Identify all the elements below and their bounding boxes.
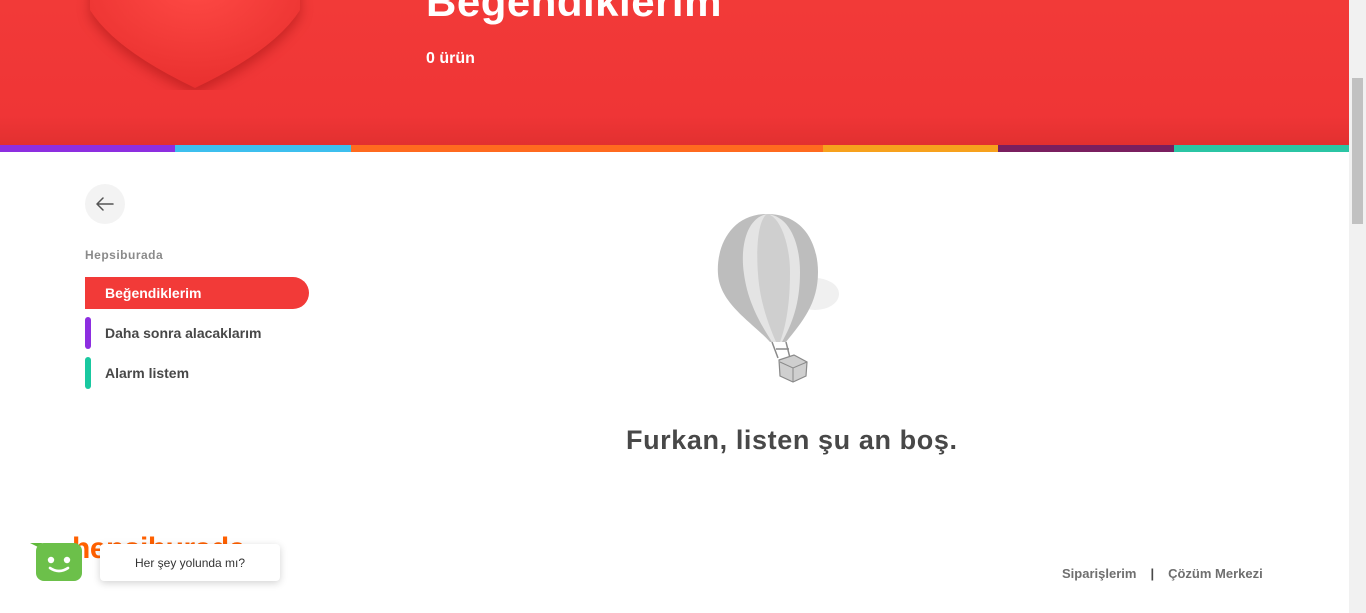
empty-list-message: Furkan, listen şu an boş. — [626, 425, 958, 455]
footer-links: Siparişlerim | Çözüm Merkezi — [1062, 566, 1263, 581]
hot-air-balloon-icon — [717, 214, 839, 383]
strip-segment — [351, 145, 587, 152]
sidebar-heading: Hepsiburada — [85, 248, 164, 262]
item-count: 0 ürün — [426, 50, 475, 67]
sidebar-item-accent — [85, 317, 91, 349]
strip-segment — [587, 145, 823, 152]
strip-segment — [823, 145, 998, 152]
strip-segment — [998, 145, 1174, 152]
sidebar-item-label: Alarm listem — [105, 365, 190, 381]
footer-link-solution-center[interactable]: Çözüm Merkezi — [1168, 566, 1263, 581]
sidebar-item-label: Beğendiklerim — [105, 285, 202, 301]
sidebar-item-accent — [85, 357, 91, 389]
sidebar-item-daha-sonra[interactable]: Daha sonra alacaklarım — [85, 317, 309, 349]
footer-link-orders[interactable]: Siparişlerim — [1062, 566, 1136, 581]
strip-segment — [0, 145, 175, 152]
scrollbar-thumb[interactable] — [1352, 78, 1363, 224]
page-scrollbar[interactable] — [1349, 0, 1366, 613]
footer-separator: | — [1150, 566, 1155, 581]
arrow-left-icon — [96, 197, 114, 211]
page-title: Beğendiklerim — [426, 0, 722, 25]
back-button[interactable] — [85, 184, 125, 224]
strip-segment — [1174, 145, 1349, 152]
color-strip — [0, 145, 1349, 152]
page-header: Beğendiklerim 0 ürün — [0, 0, 1349, 145]
strip-segment — [175, 145, 351, 152]
chat-bubble[interactable]: Her şey yolunda mı? — [100, 544, 280, 581]
smiley-bot-icon[interactable] — [30, 541, 84, 583]
heart-icon — [90, 0, 300, 88]
sidebar-item-label: Daha sonra alacaklarım — [105, 325, 262, 341]
sidebar-item-alarm-listem[interactable]: Alarm listem — [85, 357, 309, 389]
sidebar-item-begendiklerim[interactable]: Beğendiklerim — [85, 277, 309, 309]
